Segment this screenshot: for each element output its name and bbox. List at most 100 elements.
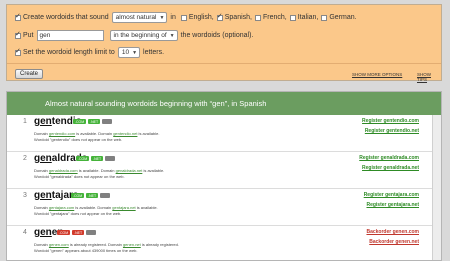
length-row: Set the wordoid length limit to 10▼ lett…: [15, 47, 164, 58]
position-select[interactable]: in the beginning of ▼: [109, 30, 178, 41]
french-checkbox[interactable]: [255, 14, 261, 21]
bullet-check-icon: [15, 12, 21, 21]
register-link[interactable]: Register gentajara.com: [364, 192, 419, 198]
domain-link[interactable]: gentendio.com: [49, 131, 75, 136]
register-link[interactable]: Register genaldrada.com: [359, 155, 419, 161]
desc-text: is already registered. Domain: [68, 242, 123, 247]
availability-text: Domain gentajara.com is available. Domai…: [34, 205, 158, 210]
domain-link[interactable]: genaldrada.net: [116, 168, 143, 173]
availability-text: Domain genaldrada.com is available. Doma…: [34, 168, 164, 173]
create-button[interactable]: Create: [15, 69, 44, 79]
wordoid-prefix: gen: [34, 116, 52, 127]
register-link[interactable]: Register gentajara.net: [366, 202, 419, 208]
register-link[interactable]: Register genaldrada.net: [362, 165, 419, 171]
put-suffix: the wordoids (optional).: [180, 32, 254, 39]
french-label: French,: [263, 14, 287, 21]
result-number: 4: [23, 229, 27, 236]
desc-text: is available.: [137, 131, 160, 136]
put-label: Put: [23, 32, 34, 39]
domain-badges: .COM .NET: [71, 193, 111, 198]
desc-text: is available.: [135, 205, 158, 210]
web-occurrence-text: Wordoid "genen" appears about 439000 tim…: [34, 248, 138, 253]
domain-badges: .COM .NET: [57, 230, 97, 235]
register-link[interactable]: Register gentendio.net: [365, 128, 419, 134]
domain-link[interactable]: gentendio.net: [113, 131, 137, 136]
domain-badge: .NET: [72, 230, 85, 235]
availability-text: Domain genen.com is already registered. …: [34, 242, 179, 247]
show-more-options-link[interactable]: SHOW MORE OPTIONS: [352, 72, 402, 77]
web-search-icon[interactable]: [86, 230, 97, 235]
results-heading: Almost natural sounding wordoids beginni…: [7, 92, 441, 115]
domain-badge: .COM: [71, 193, 85, 198]
sound-row: Create wordoids that sound almost natura…: [15, 12, 357, 23]
result-item: 1 gentendio .COM .NET Domain gentendio.com i…: [7, 115, 441, 152]
german-label: German.: [329, 14, 357, 21]
web-search-icon[interactable]: [102, 119, 113, 124]
desc-text: Domain: [34, 242, 49, 247]
dropdown-arrow-icon: ▼: [159, 14, 165, 21]
wordoid-prefix: gen: [34, 190, 52, 201]
availability-text: Domain gentendio.com is available. Domai…: [34, 131, 159, 136]
show-tips-link[interactable]: SHOW TIPS: [417, 72, 441, 82]
result-number: 2: [23, 155, 27, 162]
result-item: 3 gentajara .COM .NET Domain gentajara.com i…: [7, 189, 441, 226]
domain-link[interactable]: genen.net: [123, 242, 141, 247]
desc-text: Domain: [34, 131, 49, 136]
register-link[interactable]: Register gentendio.com: [362, 118, 419, 124]
panel-divider: [7, 63, 441, 64]
register-link[interactable]: Backorder genen.com: [366, 229, 419, 235]
english-label: English,: [188, 14, 214, 21]
sound-label: Create wordoids that sound: [23, 14, 109, 21]
domain-link[interactable]: gentajara.com: [49, 205, 74, 210]
domain-badge: .NET: [86, 193, 99, 198]
result-item: 4genen.COM.NETDomain genen.com is alread…: [7, 226, 441, 260]
desc-text: is available. Domain: [75, 131, 114, 136]
domain-link[interactable]: genaldrada.com: [49, 168, 78, 173]
desc-text: is already registered.: [140, 242, 179, 247]
italian-checkbox[interactable]: [289, 14, 296, 21]
web-search-icon[interactable]: [105, 156, 116, 161]
options-panel: Create wordoids that sound almost natura…: [6, 4, 442, 82]
domain-link[interactable]: gentajara.net: [112, 205, 135, 210]
desc-text: Domain: [34, 205, 49, 210]
italian-label: Italian,: [297, 14, 319, 21]
wordoid-prefix: gen: [34, 153, 52, 164]
domain-badge: .NET: [91, 156, 104, 161]
desc-text: is available. Domain: [74, 205, 113, 210]
in-label: in: [170, 14, 176, 21]
length-label: Set the wordoid length limit to: [23, 49, 115, 56]
length-select[interactable]: 10 ▼: [117, 47, 141, 58]
domain-badges: .COM .NET: [73, 119, 113, 124]
sound-select[interactable]: almost natural ▼: [111, 12, 168, 23]
bullet-check-icon: [15, 47, 21, 56]
bullet-check-icon: [15, 30, 21, 39]
domain-badge: .COM: [76, 156, 90, 161]
domain-badge: .NET: [88, 119, 101, 124]
domain-link[interactable]: genen.com: [49, 242, 69, 247]
desc-text: is available.: [142, 168, 165, 173]
english-checkbox[interactable]: [180, 14, 187, 21]
length-suffix: letters.: [143, 49, 165, 56]
web-occurrence-text: Wordoid "gentajara" does not appear on t…: [34, 211, 122, 216]
desc-text: Domain: [34, 168, 49, 173]
desc-text: is available. Domain: [77, 168, 116, 173]
results-panel: Almost natural sounding wordoids beginni…: [6, 91, 442, 261]
spanish-label: Spanish,: [224, 14, 252, 21]
web-search-icon[interactable]: [100, 193, 111, 198]
result-number: 1: [23, 118, 27, 125]
spanish-checkbox[interactable]: [216, 12, 223, 21]
put-input[interactable]: gen: [36, 30, 104, 41]
put-row: Put gen in the beginning of▼ the wordoid…: [15, 30, 253, 41]
dropdown-arrow-icon: ▼: [132, 49, 138, 56]
web-occurrence-text: Wordoid "gentendio" does not appear on t…: [34, 137, 123, 142]
web-occurrence-text: Wordoid "genaldrada" does not appear on …: [34, 174, 125, 179]
scrollbar[interactable]: [432, 115, 441, 260]
result-item: 2 genaldrada .COM .NET Domain genaldrada.com…: [7, 152, 441, 189]
wordoid-prefix: gen: [34, 227, 52, 238]
register-link[interactable]: Backorder genen.net: [369, 239, 419, 245]
dropdown-arrow-icon: ▼: [169, 32, 175, 39]
german-checkbox[interactable]: [321, 14, 328, 21]
domain-badges: .COM .NET: [76, 156, 116, 161]
domain-badge: .COM: [57, 230, 71, 235]
domain-badge: .COM: [73, 119, 87, 124]
